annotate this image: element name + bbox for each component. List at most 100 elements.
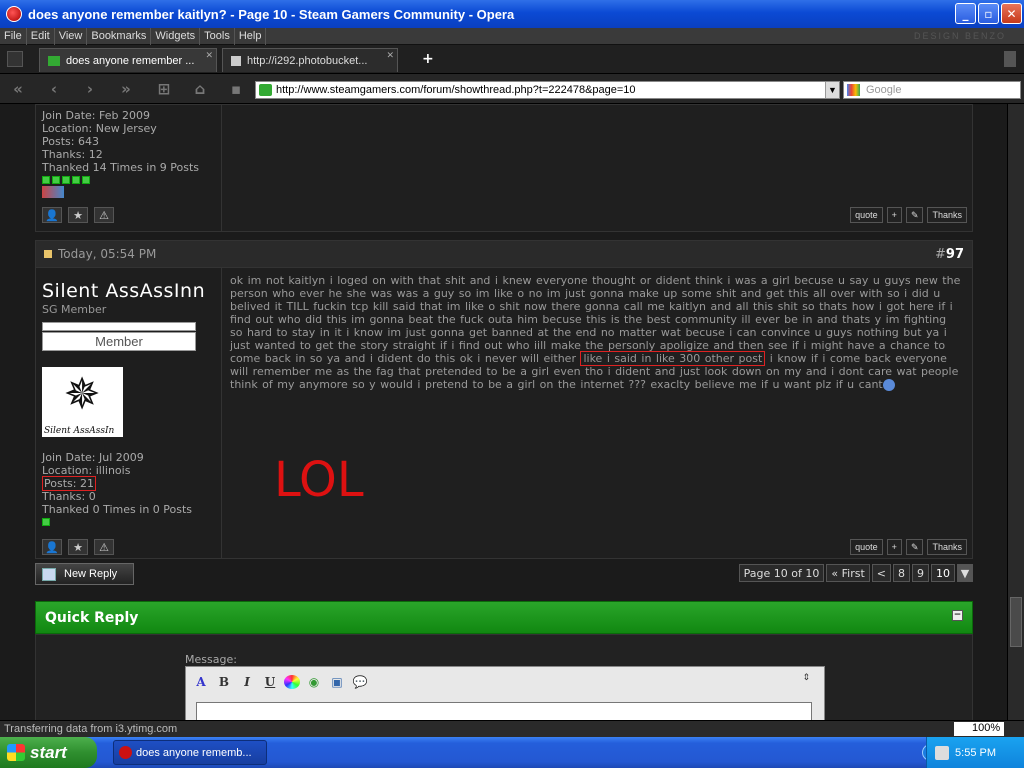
resize-icon[interactable]: ⇕	[802, 673, 810, 683]
profile-icon[interactable]: 👤	[42, 207, 62, 223]
zoom-field[interactable]: 100%	[954, 722, 1004, 736]
task-label: does anyone rememb...	[136, 746, 252, 759]
collapse-icon[interactable]: −	[952, 610, 963, 621]
post-number-prefix: #	[935, 246, 946, 262]
username-link[interactable]: Silent AssAssInn	[42, 280, 215, 302]
profile-icon[interactable]: 👤	[42, 539, 62, 555]
new-reply-icon	[42, 567, 56, 581]
back-icon[interactable]: ‹	[40, 78, 68, 100]
report-icon[interactable]: ⚠	[94, 207, 114, 223]
post-userinfo: Join Date: Feb 2009 Location: New Jersey…	[36, 105, 222, 231]
tab-photobucket[interactable]: http://i292.photobucket... ✕	[222, 48, 398, 72]
avatar-caption: Silent AssAssIn	[44, 426, 115, 436]
status-bar: Transferring data from i3.ytimg.com 100%	[0, 720, 1024, 737]
reload-icon[interactable]: ⊞	[150, 78, 178, 100]
insert-image-icon[interactable]: ▣	[328, 673, 346, 691]
post-number-link[interactable]: #97	[935, 247, 964, 262]
network-icon[interactable]	[935, 746, 949, 760]
insert-link-icon[interactable]: ◉	[305, 673, 323, 691]
menu-bookmarks[interactable]: Bookmarks	[87, 27, 152, 45]
tab-close-icon[interactable]: ✕	[205, 50, 213, 61]
reputation-bar	[42, 518, 215, 526]
thanks-button[interactable]: Thanks	[927, 207, 967, 223]
message-label: Message:	[185, 653, 237, 666]
menu-edit[interactable]: Edit	[27, 27, 55, 45]
multiquote-icon[interactable]: +	[886, 539, 902, 555]
trash-icon[interactable]	[1004, 51, 1016, 67]
menu-help[interactable]: Help	[235, 27, 267, 45]
page-prev-link[interactable]: <	[871, 564, 891, 582]
fast-forward-icon[interactable]: »	[112, 78, 140, 100]
tab-close-icon[interactable]: ✕	[386, 50, 394, 61]
font-color-icon[interactable]	[284, 675, 300, 689]
italic-button[interactable]: I	[238, 673, 256, 691]
avatar[interactable]: ✵ Silent AssAssIn	[42, 367, 123, 437]
home-icon[interactable]: ⌂	[186, 78, 214, 100]
multiquote-icon[interactable]: +	[886, 207, 902, 223]
page-first-link[interactable]: « First	[826, 564, 870, 582]
navigation-bar: « ‹ › » ⊞ ⌂ ▪ http://www.steamgamers.com…	[0, 74, 1024, 104]
start-button[interactable]: start	[0, 737, 97, 768]
status-text: Transferring data from i3.ytimg.com	[4, 723, 178, 735]
minimize-button[interactable]: _	[955, 3, 976, 24]
tab-favicon	[231, 55, 241, 66]
tab-thread[interactable]: does anyone remember ... ✕	[39, 48, 217, 72]
report-icon[interactable]: ⚠	[94, 539, 114, 555]
badge-icon	[42, 186, 64, 198]
quote-button[interactable]: quote	[850, 539, 883, 555]
window-title: does anyone remember kaitlyn? - Page 10 …	[28, 6, 515, 22]
page-scrollbar[interactable]	[1007, 104, 1024, 720]
taskbar-opera-window[interactable]: does anyone rememb...	[113, 740, 267, 765]
quote-button[interactable]: quote	[850, 207, 883, 223]
address-dropdown-icon[interactable]: ▼	[825, 82, 839, 98]
page-jump-dropdown-icon[interactable]: ▼	[957, 564, 973, 582]
page-current: 10	[931, 564, 955, 582]
menu-widgets[interactable]: Widgets	[151, 27, 201, 45]
quick-reply-body: Message: A B I U ◉ ▣ 💬 ⇕	[35, 634, 973, 720]
thanks-count: Thanks: 12	[42, 148, 103, 161]
page-8-link[interactable]: 8	[893, 564, 910, 582]
bold-button[interactable]: B	[215, 673, 233, 691]
new-reply-button[interactable]: New Reply	[35, 563, 134, 585]
quick-reply-icon[interactable]: ✎	[905, 539, 924, 555]
system-tray: 5:55 PM	[926, 737, 1024, 768]
maximize-button[interactable]: ▫	[978, 3, 999, 24]
star-icon[interactable]: ★	[68, 207, 88, 223]
scrollbar-thumb[interactable]	[1010, 597, 1022, 647]
annotation-text: LOL	[274, 456, 364, 506]
menu-file[interactable]: File	[0, 27, 27, 45]
google-icon	[847, 84, 860, 96]
address-field[interactable]: http://www.steamgamers.com/forum/showthr…	[255, 81, 840, 99]
page-info: Page 10 of 10	[738, 564, 825, 582]
close-button[interactable]: ✕	[1001, 3, 1022, 24]
tab-label: http://i292.photobucket...	[247, 54, 368, 67]
search-field[interactable]: Google	[843, 81, 1021, 99]
post-number: 97	[945, 246, 964, 262]
rank-label: Member	[42, 332, 196, 351]
panel-toggle-icon[interactable]	[7, 51, 23, 67]
quick-reply-title: Quick Reply	[45, 609, 139, 626]
tab-label: does anyone remember ...	[66, 54, 195, 67]
thanks-button[interactable]: Thanks	[927, 539, 967, 555]
page-9-link[interactable]: 9	[912, 564, 929, 582]
underline-button[interactable]: U	[261, 673, 279, 691]
star-icon[interactable]: ★	[68, 539, 88, 555]
join-date: Join Date: Feb 2009	[42, 109, 150, 122]
sad-smiley-icon	[882, 379, 895, 391]
post-userinfo: Silent AssAssInn SG Member Member ✵ Sile…	[36, 268, 222, 558]
menu-tools[interactable]: Tools	[200, 27, 235, 45]
menu-view[interactable]: View	[55, 27, 88, 45]
message-textarea[interactable]	[196, 702, 812, 720]
new-tab-button[interactable]: +	[422, 51, 434, 67]
forward-icon[interactable]: ›	[76, 78, 104, 100]
quick-reply-icon[interactable]: ✎	[905, 207, 924, 223]
wand-icon[interactable]: ▪	[222, 78, 250, 100]
post-header: Today, 05:54 PM #97	[35, 240, 973, 268]
post-previous: Join Date: Feb 2009 Location: New Jersey…	[35, 104, 973, 232]
remove-format-icon[interactable]: A	[192, 673, 210, 691]
insert-quote-icon[interactable]: 💬	[351, 673, 369, 691]
skin-brand: DESIGN BENZO	[913, 30, 1006, 41]
join-date: Join Date: Jul 2009	[42, 451, 144, 464]
editor-toolbar: A B I U ◉ ▣ 💬	[192, 673, 369, 691]
rewind-icon[interactable]: «	[4, 78, 32, 100]
